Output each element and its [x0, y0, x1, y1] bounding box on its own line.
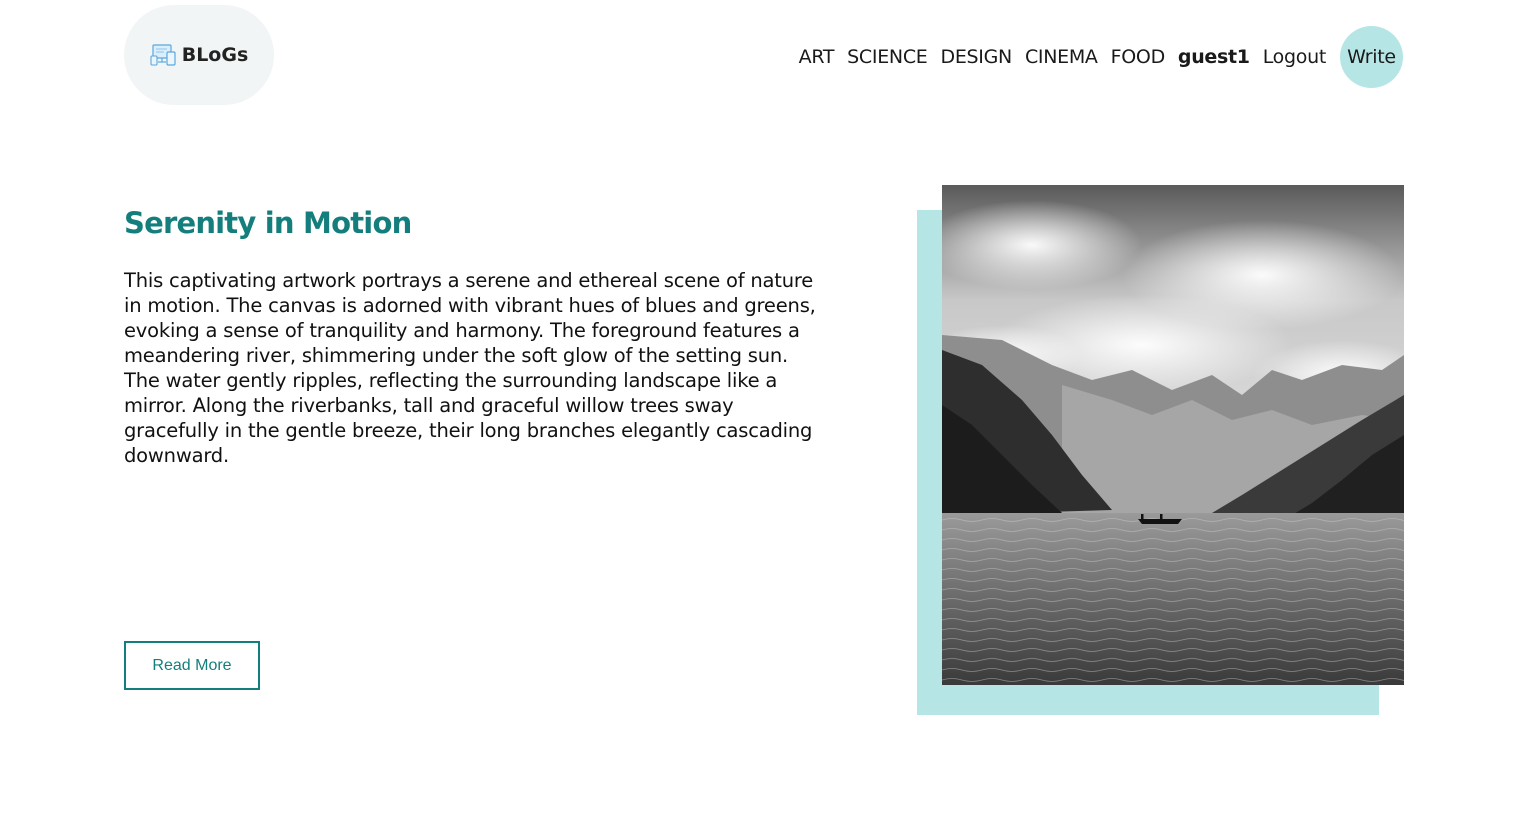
- logo-text: BLoGs: [181, 44, 249, 66]
- logo[interactable]: BLoGs: [124, 5, 274, 105]
- monitor-devices-icon: [150, 41, 178, 69]
- nav-item-art[interactable]: ART: [799, 46, 835, 68]
- page: BLoGs ART SCIENCE DESIGN CINEMA FOOD gue…: [0, 0, 1521, 828]
- nav-item-science[interactable]: SCIENCE: [847, 46, 928, 68]
- main-nav: ART SCIENCE DESIGN CINEMA FOOD guest1 Lo…: [799, 26, 1403, 88]
- logout-link[interactable]: Logout: [1263, 46, 1327, 68]
- read-more-button[interactable]: Read More: [124, 641, 260, 690]
- nav-item-food[interactable]: FOOD: [1111, 46, 1166, 68]
- nav-username[interactable]: guest1: [1178, 46, 1250, 68]
- write-button[interactable]: Write: [1340, 26, 1403, 88]
- post-image: [942, 185, 1404, 685]
- nav-item-design[interactable]: DESIGN: [941, 46, 1013, 68]
- post-title: Serenity in Motion: [124, 206, 412, 240]
- post-description: This captivating artwork portrays a sere…: [124, 269, 816, 467]
- nav-item-cinema[interactable]: CINEMA: [1025, 46, 1098, 68]
